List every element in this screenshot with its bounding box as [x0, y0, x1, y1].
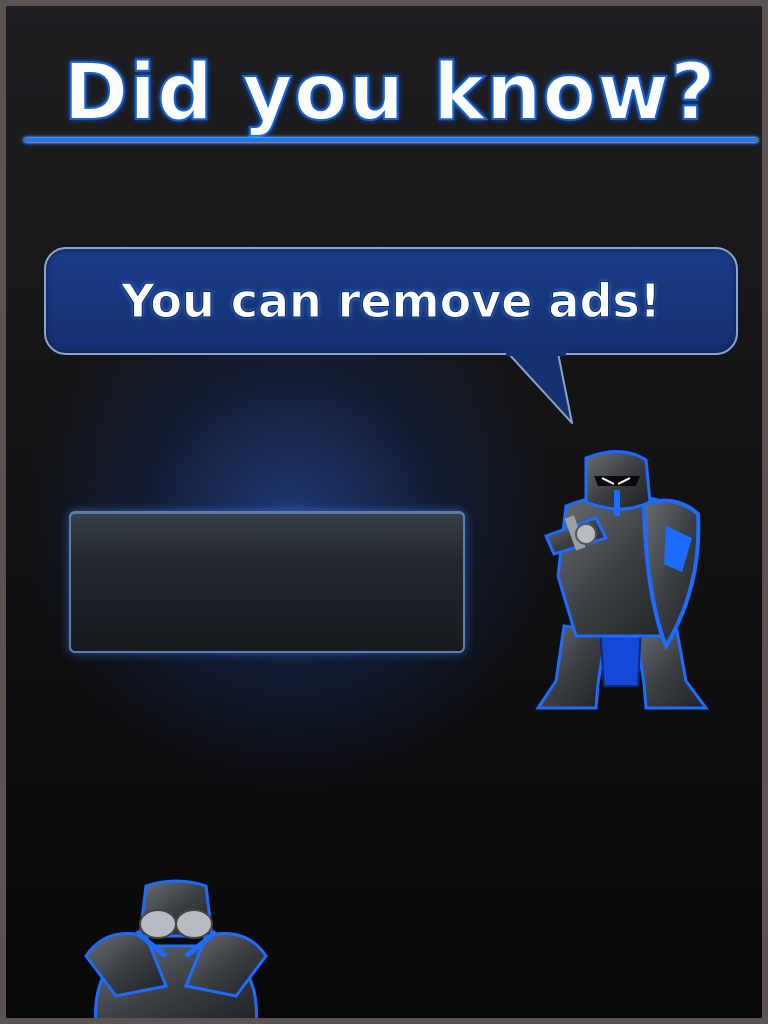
- remove-ads-button[interactable]: [69, 511, 465, 653]
- did-you-know-screen: Did you know? You can remove ads!: [0, 0, 768, 1024]
- speech-bubble: You can remove ads!: [44, 247, 738, 355]
- speech-bubble-tail-icon: [506, 349, 573, 424]
- tip-text: You can remove ads!: [121, 274, 661, 329]
- title-underline: [24, 138, 758, 142]
- knight-facepalm-icon: [84, 879, 268, 1018]
- knight-mascot-icon: [535, 449, 709, 710]
- page-title: Did you know?: [63, 47, 717, 139]
